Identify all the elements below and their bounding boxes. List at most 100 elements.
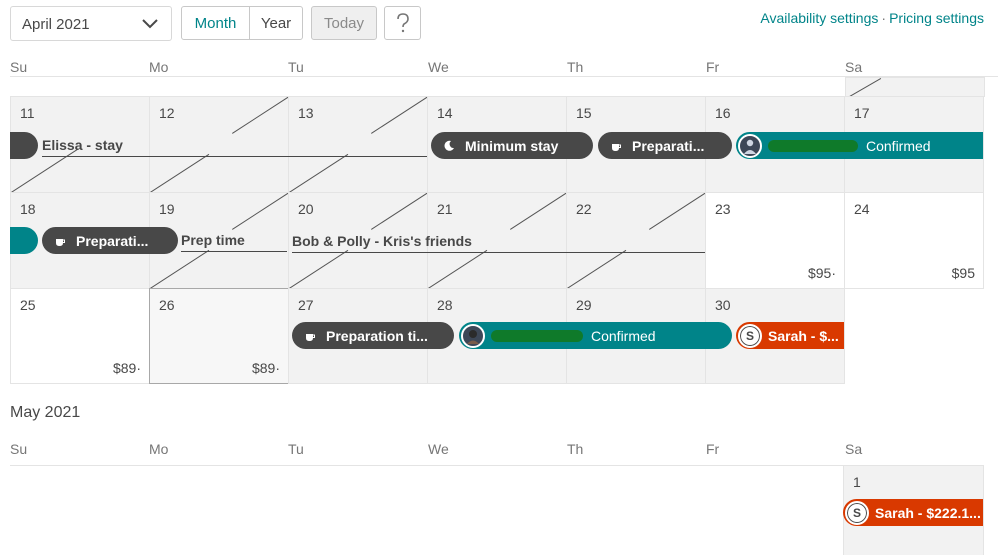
weekday-tu: Tu [288, 59, 304, 75]
day-number: 29 [576, 297, 592, 313]
weekday-mo: Mo [149, 441, 169, 457]
blocked-stroke [567, 249, 627, 288]
event-sarah-april[interactable]: S Sarah - $... [736, 322, 844, 349]
weekday-th: Th [567, 441, 584, 457]
coffee-cup-icon [298, 330, 322, 342]
moon-icon [437, 140, 461, 152]
weekday-sa: Sa [845, 59, 863, 75]
help-button[interactable] [384, 6, 421, 40]
weekday-we: We [428, 441, 449, 457]
day-number: 23 [715, 201, 731, 217]
nightly-price: $89· [112, 360, 141, 376]
event-label: Confirmed [591, 327, 656, 344]
blocked-stroke [232, 97, 288, 134]
day-number: 12 [159, 105, 175, 121]
blocked-stroke [428, 249, 488, 288]
blocked-stroke [371, 97, 427, 134]
weekday-fr: Fr [706, 441, 720, 457]
event-label: Sarah - $222.1... [875, 504, 981, 521]
header-divider [10, 465, 845, 466]
calendar-day-23[interactable]: 23 $95· [705, 192, 845, 289]
day-number: 11 [20, 105, 35, 121]
day-number: 16 [715, 105, 731, 121]
day-number: 15 [576, 105, 592, 121]
event-prep-time[interactable]: Prep time [181, 232, 287, 252]
event-reservation-continuation[interactable] [10, 227, 38, 254]
blocked-stroke [510, 193, 566, 230]
event-label: Preparati... [76, 232, 149, 249]
day-number: 22 [576, 201, 592, 217]
day-number: 30 [715, 297, 731, 313]
coffee-cup-icon [604, 140, 628, 152]
nightly-price: $95 [951, 265, 975, 281]
day-number: 21 [437, 201, 453, 217]
blocked-stroke [371, 193, 427, 230]
blocked-stroke [649, 193, 705, 230]
day-number: 17 [854, 105, 870, 121]
weekday-mo: Mo [149, 59, 169, 75]
calendar-day-26[interactable]: 26 $89· [149, 288, 289, 384]
day-number: 13 [298, 105, 314, 121]
calendar-day-24[interactable]: 24 $95 [844, 192, 984, 289]
day-number: 25 [20, 297, 36, 313]
event-label: Preparati... [632, 137, 705, 154]
day-number: 28 [437, 297, 453, 313]
today-button[interactable]: Today [311, 6, 377, 40]
event-elissa-stay[interactable]: Elissa - stay [42, 137, 427, 157]
day-number: 20 [298, 201, 314, 217]
tab-month[interactable]: Month [181, 6, 250, 40]
availability-settings-link[interactable]: Availability settings [760, 10, 878, 26]
guest-avatar [738, 133, 762, 158]
nightly-price: $89· [251, 360, 280, 376]
event-label: Confirmed [866, 137, 931, 154]
coffee-cup-icon [48, 235, 72, 247]
event-pill-continuation[interactable] [10, 132, 38, 159]
blocked-stroke [150, 153, 210, 192]
event-reservation-confirmed-w4[interactable]: Confirmed [459, 322, 732, 349]
blocked-stroke [289, 153, 349, 192]
weekday-su: Su [10, 59, 28, 75]
link-separator: · [881, 10, 887, 26]
redacted-guest-name [768, 139, 858, 152]
chevron-down-icon [142, 19, 158, 29]
tab-year[interactable]: Year [249, 6, 303, 40]
month-select[interactable]: April 2021 [10, 6, 172, 41]
day-number: 24 [854, 201, 870, 217]
weekday-fr: Fr [706, 59, 720, 75]
blocked-stroke [150, 249, 210, 288]
question-icon [396, 13, 409, 33]
calendar-day-25[interactable]: 25 $89· [10, 288, 150, 384]
settings-links: Availability settings · Pricing settings [760, 10, 984, 26]
guest-avatar [461, 323, 485, 348]
nightly-price: $95· [807, 265, 836, 281]
event-label: Sarah - $... [768, 327, 839, 344]
weekday-sa: Sa [845, 441, 863, 457]
blocked-stroke [846, 78, 882, 96]
day-number: 18 [20, 201, 36, 217]
event-reservation-confirmed-w2[interactable]: Confirmed [736, 132, 983, 159]
guest-avatar-initial: S [738, 323, 762, 348]
weekday-tu: Tu [288, 441, 304, 457]
blocked-stroke [232, 193, 288, 230]
blocked-stroke [289, 249, 349, 288]
weekday-we: We [428, 59, 449, 75]
day-number: 26 [159, 297, 175, 313]
day-number: 27 [298, 297, 314, 313]
event-preparation-w2[interactable]: Preparati... [598, 132, 732, 159]
event-bob-polly[interactable]: Bob & Polly - Kris's friends [292, 233, 705, 253]
weekday-su: Su [10, 441, 28, 457]
event-label: Minimum stay [465, 137, 559, 154]
event-sarah-may[interactable]: S Sarah - $222.1... [843, 499, 983, 526]
guest-avatar-initial: S [845, 500, 869, 525]
pricing-settings-link[interactable]: Pricing settings [889, 10, 984, 26]
calendar-day-10[interactable] [845, 77, 985, 97]
event-minimum-stay[interactable]: Minimum stay [431, 132, 593, 159]
day-number: 19 [159, 201, 175, 217]
month-select-label: April 2021 [22, 16, 90, 33]
day-number: 14 [437, 105, 453, 121]
event-label: Preparation ti... [326, 327, 428, 344]
month-title-may: May 2021 [10, 404, 81, 421]
weekday-th: Th [567, 59, 584, 75]
event-preparation-w4[interactable]: Preparation ti... [292, 322, 454, 349]
event-preparation-w3[interactable]: Preparati... [42, 227, 178, 254]
